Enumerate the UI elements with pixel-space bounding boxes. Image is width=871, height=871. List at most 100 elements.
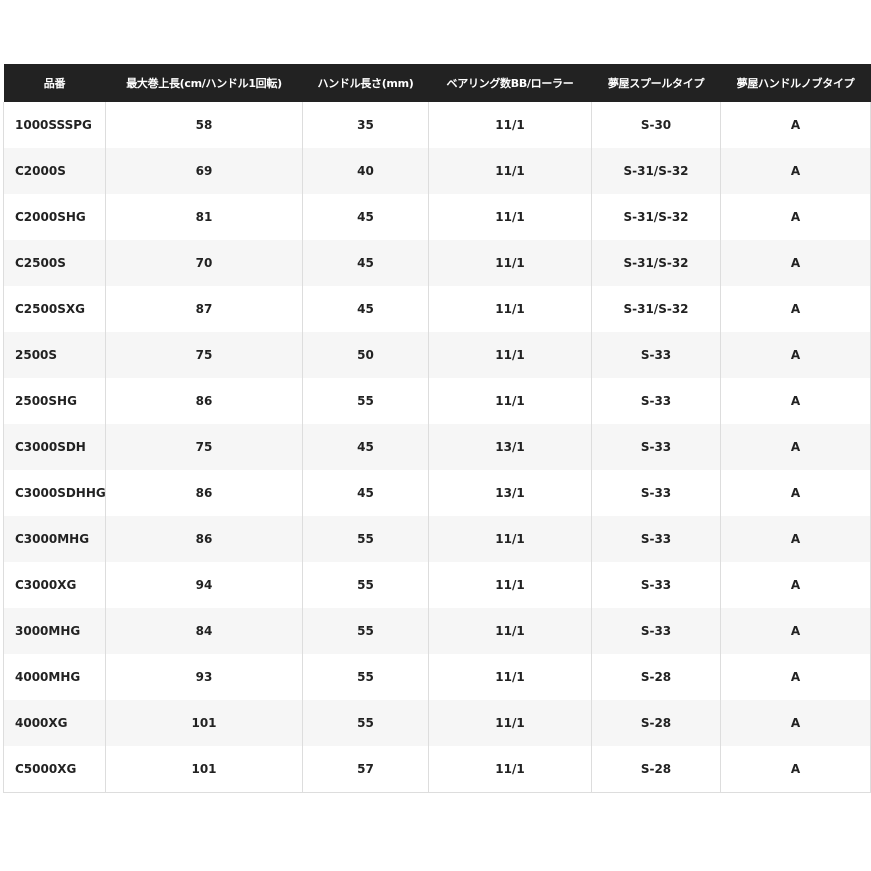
cell-knob-type: A bbox=[720, 700, 871, 746]
spec-table: 品番 最大巻上長(cm/ハンドル1回転) ハンドル長さ(mm) ベアリング数BB… bbox=[3, 64, 871, 793]
header-max-retrieve: 最大巻上長(cm/ハンドル1回転) bbox=[105, 64, 303, 102]
cell-bearings: 13/1 bbox=[428, 424, 592, 470]
cell-knob-type: A bbox=[720, 194, 871, 240]
cell-knob-type: A bbox=[720, 654, 871, 700]
cell-model-number: 4000XG bbox=[3, 700, 106, 746]
cell-handle-length: 55 bbox=[302, 516, 429, 562]
cell-knob-type: A bbox=[720, 608, 871, 654]
cell-handle-length: 55 bbox=[302, 608, 429, 654]
table-row: 4000XG 101 55 11/1 S-28 A bbox=[3, 700, 871, 746]
cell-knob-type: A bbox=[720, 102, 871, 148]
cell-model-number: C3000SDH bbox=[3, 424, 106, 470]
cell-model-number: 1000SSSPG bbox=[3, 102, 106, 148]
cell-knob-type: A bbox=[720, 240, 871, 286]
cell-spool-type: S-33 bbox=[591, 332, 721, 378]
table-row: C2500SXG 87 45 11/1 S-31/S-32 A bbox=[3, 286, 871, 332]
cell-bearings: 11/1 bbox=[428, 194, 592, 240]
cell-max-retrieve: 70 bbox=[105, 240, 303, 286]
cell-bearings: 11/1 bbox=[428, 286, 592, 332]
cell-handle-length: 57 bbox=[302, 746, 429, 793]
table-row: C2000SHG 81 45 11/1 S-31/S-32 A bbox=[3, 194, 871, 240]
cell-handle-length: 45 bbox=[302, 240, 429, 286]
cell-max-retrieve: 86 bbox=[105, 470, 303, 516]
cell-knob-type: A bbox=[720, 516, 871, 562]
cell-model-number: C5000XG bbox=[3, 746, 106, 793]
cell-handle-length: 55 bbox=[302, 654, 429, 700]
cell-model-number: C2500S bbox=[3, 240, 106, 286]
cell-knob-type: A bbox=[720, 470, 871, 516]
cell-bearings: 11/1 bbox=[428, 654, 592, 700]
cell-knob-type: A bbox=[720, 286, 871, 332]
cell-model-number: 4000MHG bbox=[3, 654, 106, 700]
cell-model-number: 2500S bbox=[3, 332, 106, 378]
cell-spool-type: S-33 bbox=[591, 424, 721, 470]
table-row: 1000SSSPG 58 35 11/1 S-30 A bbox=[3, 102, 871, 148]
cell-handle-length: 45 bbox=[302, 470, 429, 516]
cell-max-retrieve: 84 bbox=[105, 608, 303, 654]
cell-max-retrieve: 81 bbox=[105, 194, 303, 240]
cell-max-retrieve: 75 bbox=[105, 332, 303, 378]
cell-bearings: 11/1 bbox=[428, 700, 592, 746]
cell-max-retrieve: 86 bbox=[105, 378, 303, 424]
cell-max-retrieve: 58 bbox=[105, 102, 303, 148]
cell-spool-type: S-31/S-32 bbox=[591, 194, 721, 240]
cell-model-number: C2500SXG bbox=[3, 286, 106, 332]
cell-model-number: C2000S bbox=[3, 148, 106, 194]
cell-knob-type: A bbox=[720, 562, 871, 608]
table-row: C5000XG 101 57 11/1 S-28 A bbox=[3, 746, 871, 793]
cell-spool-type: S-28 bbox=[591, 746, 721, 793]
cell-spool-type: S-28 bbox=[591, 700, 721, 746]
cell-bearings: 11/1 bbox=[428, 608, 592, 654]
header-model-number: 品番 bbox=[3, 64, 106, 102]
table-row: C3000XG 94 55 11/1 S-33 A bbox=[3, 562, 871, 608]
cell-handle-length: 55 bbox=[302, 700, 429, 746]
spec-table-body: 1000SSSPG 58 35 11/1 S-30 A C2000S 69 40 11/1 S-31… bbox=[3, 102, 871, 793]
cell-handle-length: 35 bbox=[302, 102, 429, 148]
cell-max-retrieve: 87 bbox=[105, 286, 303, 332]
cell-handle-length: 40 bbox=[302, 148, 429, 194]
cell-model-number: 3000MHG bbox=[3, 608, 106, 654]
cell-handle-length: 45 bbox=[302, 424, 429, 470]
cell-spool-type: S-28 bbox=[591, 654, 721, 700]
cell-handle-length: 50 bbox=[302, 332, 429, 378]
cell-handle-length: 55 bbox=[302, 562, 429, 608]
header-bearings: ベアリング数BB/ローラー bbox=[428, 64, 592, 102]
header-handle-length: ハンドル長さ(mm) bbox=[302, 64, 429, 102]
cell-bearings: 11/1 bbox=[428, 148, 592, 194]
cell-bearings: 11/1 bbox=[428, 102, 592, 148]
cell-model-number: C3000XG bbox=[3, 562, 106, 608]
cell-max-retrieve: 101 bbox=[105, 746, 303, 793]
cell-bearings: 11/1 bbox=[428, 332, 592, 378]
cell-knob-type: A bbox=[720, 746, 871, 793]
table-row: 4000MHG 93 55 11/1 S-28 A bbox=[3, 654, 871, 700]
cell-knob-type: A bbox=[720, 424, 871, 470]
cell-model-number: 2500SHG bbox=[3, 378, 106, 424]
cell-model-number: C3000SDHHG bbox=[3, 470, 106, 516]
table-row: 2500S 75 50 11/1 S-33 A bbox=[3, 332, 871, 378]
cell-max-retrieve: 93 bbox=[105, 654, 303, 700]
cell-spool-type: S-31/S-32 bbox=[591, 148, 721, 194]
cell-spool-type: S-33 bbox=[591, 516, 721, 562]
cell-handle-length: 55 bbox=[302, 378, 429, 424]
header-knob-type: 夢屋ハンドルノブタイプ bbox=[720, 64, 871, 102]
cell-model-number: C2000SHG bbox=[3, 194, 106, 240]
cell-spool-type: S-33 bbox=[591, 470, 721, 516]
cell-knob-type: A bbox=[720, 148, 871, 194]
cell-knob-type: A bbox=[720, 332, 871, 378]
cell-bearings: 11/1 bbox=[428, 516, 592, 562]
table-row: 2500SHG 86 55 11/1 S-33 A bbox=[3, 378, 871, 424]
cell-max-retrieve: 69 bbox=[105, 148, 303, 194]
spec-table-header: 品番 最大巻上長(cm/ハンドル1回転) ハンドル長さ(mm) ベアリング数BB… bbox=[3, 64, 871, 102]
table-row: C2000S 69 40 11/1 S-31/S-32 A bbox=[3, 148, 871, 194]
cell-spool-type: S-33 bbox=[591, 378, 721, 424]
table-row: 3000MHG 84 55 11/1 S-33 A bbox=[3, 608, 871, 654]
cell-bearings: 11/1 bbox=[428, 378, 592, 424]
cell-bearings: 11/1 bbox=[428, 746, 592, 793]
cell-model-number: C3000MHG bbox=[3, 516, 106, 562]
header-spool-type: 夢屋スプールタイプ bbox=[591, 64, 721, 102]
cell-spool-type: S-30 bbox=[591, 102, 721, 148]
cell-handle-length: 45 bbox=[302, 286, 429, 332]
cell-bearings: 11/1 bbox=[428, 240, 592, 286]
cell-spool-type: S-31/S-32 bbox=[591, 286, 721, 332]
cell-max-retrieve: 75 bbox=[105, 424, 303, 470]
